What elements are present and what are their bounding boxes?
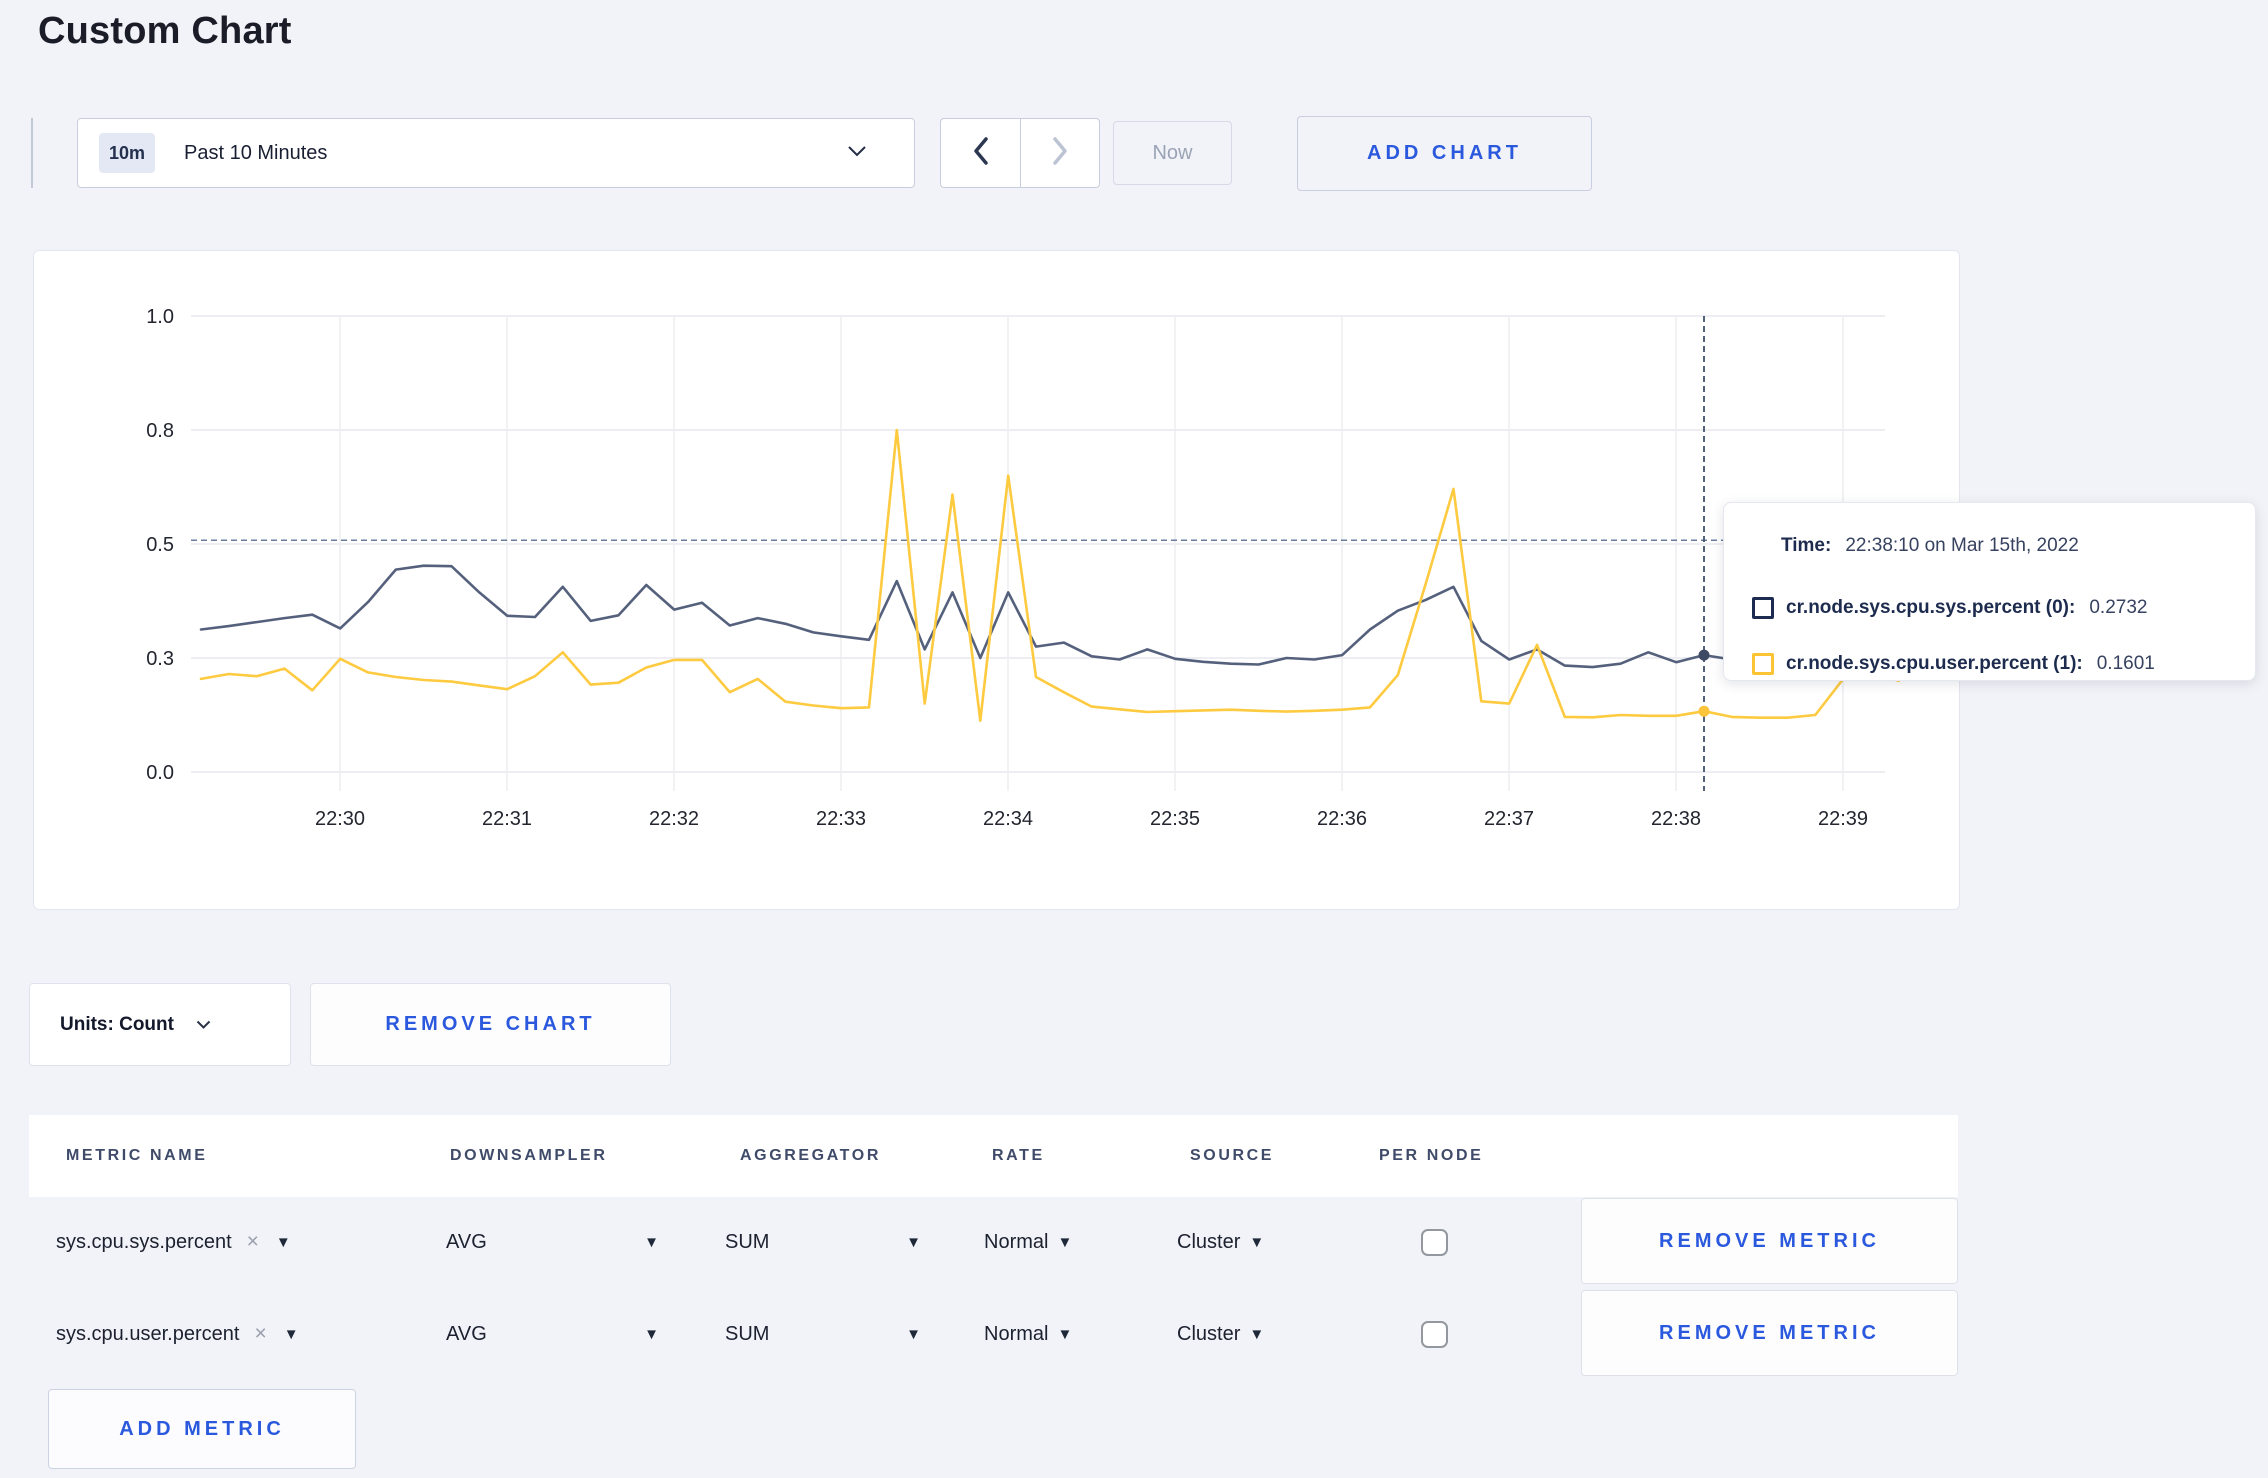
per-node-checkbox[interactable] <box>1421 1228 1448 1256</box>
time-range-dropdown[interactable]: 10m Past 10 Minutes <box>77 118 915 188</box>
add-metric-button[interactable]: ADD METRIC <box>48 1389 356 1469</box>
timeseries-chart[interactable]: 0.0 0.3 0.5 0.8 1.0 22:30 22:31 22:32 22:33 22:34… <box>34 251 1959 909</box>
dropdown-arrow-icon: ▼ <box>644 1325 659 1343</box>
y-axis-tick-label: 0.3 <box>146 648 174 670</box>
dropdown-arrow-icon: ▼ <box>283 1325 299 1343</box>
remove-metric-button[interactable]: REMOVE METRIC <box>1581 1290 1958 1376</box>
col-header-source: SOURCE <box>1190 1147 1275 1164</box>
y-axis-tick-label: 0.5 <box>146 534 174 556</box>
time-range-badge: 10m <box>99 133 155 173</box>
metric-name-dropdown[interactable]: sys.cpu.user.percent × ▼ <box>56 1290 299 1378</box>
per-node-cell <box>1421 1290 1448 1378</box>
x-axis-tick-label: 22:33 <box>816 808 866 830</box>
series-swatch-sys-icon <box>1752 597 1774 619</box>
downsampler-value: AVG <box>446 1230 487 1253</box>
x-axis-tick-label: 22:30 <box>315 808 365 830</box>
remove-chart-button[interactable]: REMOVE CHART <box>310 983 671 1066</box>
aggregator-value: SUM <box>725 1230 770 1253</box>
time-back-button[interactable] <box>940 118 1020 188</box>
metric-name-dropdown[interactable]: sys.cpu.sys.percent × ▼ <box>56 1198 291 1286</box>
dropdown-arrow-icon: ▼ <box>1057 1233 1073 1251</box>
aggregator-dropdown[interactable]: SUM ▼ <box>725 1290 921 1378</box>
dropdown-arrow-icon: ▼ <box>906 1233 921 1251</box>
x-axis-tick-label: 22:39 <box>1818 808 1868 830</box>
per-node-cell <box>1421 1198 1448 1286</box>
x-axis-tick-label: 22:35 <box>1150 808 1200 830</box>
rate-value: Normal <box>984 1322 1049 1345</box>
hover-dot <box>1698 705 1710 717</box>
aggregator-dropdown[interactable]: SUM ▼ <box>725 1198 921 1286</box>
metric-name-value: sys.cpu.user.percent <box>56 1322 240 1345</box>
source-value: Cluster <box>1177 1322 1241 1345</box>
series-line <box>199 564 1901 669</box>
clear-metric-icon[interactable]: × <box>254 1322 266 1346</box>
now-button[interactable]: Now <box>1113 121 1232 185</box>
time-forward-button[interactable] <box>1020 118 1100 188</box>
col-header-downsampler: DOWNSAMPLER <box>450 1147 608 1164</box>
dropdown-arrow-icon: ▼ <box>1249 1325 1265 1343</box>
dropdown-arrow-icon: ▼ <box>644 1233 659 1251</box>
chevron-down-icon <box>847 144 867 162</box>
x-axis-tick-label: 22:32 <box>649 808 699 830</box>
metric-name-value: sys.cpu.sys.percent <box>56 1230 232 1253</box>
col-header-per-node: PER NODE <box>1379 1147 1484 1164</box>
chart-tooltip: Time: 22:38:10 on Mar 15th, 2022 cr.node… <box>1723 502 2256 681</box>
tooltip-time-row: Time: 22:38:10 on Mar 15th, 2022 <box>1752 533 2255 559</box>
chevron-right-icon <box>1052 136 1068 170</box>
metrics-table-header: METRIC NAME DOWNSAMPLER AGGREGATOR RATE … <box>29 1115 1958 1197</box>
units-dropdown[interactable]: Units: Count <box>29 983 291 1066</box>
tooltip-series-value: 0.1601 <box>2096 653 2155 674</box>
source-dropdown[interactable]: Cluster ▼ <box>1177 1198 1264 1286</box>
units-label: Units: Count <box>60 1013 174 1035</box>
tooltip-series-row: cr.node.sys.cpu.user.percent (1): 0.1601 <box>1752 651 2255 677</box>
hover-dot <box>1698 649 1710 661</box>
y-axis-tick-label: 0.0 <box>146 762 174 784</box>
tooltip-time-label: Time: <box>1781 535 1832 556</box>
series-line <box>199 428 1901 723</box>
chevron-left-icon <box>973 136 989 170</box>
downsampler-dropdown[interactable]: AVG ▼ <box>446 1198 659 1286</box>
y-axis-tick-label: 1.0 <box>146 306 174 328</box>
downsampler-dropdown[interactable]: AVG ▼ <box>446 1290 659 1378</box>
clear-metric-icon[interactable]: × <box>247 1230 259 1254</box>
dropdown-arrow-icon: ▼ <box>906 1325 921 1343</box>
time-range-label: Past 10 Minutes <box>184 141 328 164</box>
source-value: Cluster <box>1177 1230 1241 1253</box>
tooltip-series-row: cr.node.sys.cpu.sys.percent (0): 0.2732 <box>1752 595 2255 621</box>
per-node-checkbox[interactable] <box>1421 1320 1448 1348</box>
aggregator-value: SUM <box>725 1322 770 1345</box>
chart-card: 0.0 0.3 0.5 0.8 1.0 22:30 22:31 22:32 22:33 22:34… <box>33 250 1960 910</box>
series-swatch-user-icon <box>1752 653 1774 675</box>
col-header-aggregator: AGGREGATOR <box>740 1147 881 1164</box>
chevron-down-icon <box>196 1016 211 1034</box>
dropdown-arrow-icon: ▼ <box>275 1233 291 1251</box>
x-axis-tick-label: 22:38 <box>1651 808 1701 830</box>
rate-value: Normal <box>984 1230 1049 1253</box>
dropdown-arrow-icon: ▼ <box>1249 1233 1265 1251</box>
x-axis-tick-label: 22:31 <box>482 808 532 830</box>
dropdown-arrow-icon: ▼ <box>1057 1325 1073 1343</box>
x-axis-tick-label: 22:34 <box>983 808 1033 830</box>
tooltip-series-label: cr.node.sys.cpu.sys.percent (0): <box>1786 597 2076 618</box>
source-dropdown[interactable]: Cluster ▼ <box>1177 1290 1264 1378</box>
x-axis-tick-label: 22:37 <box>1484 808 1534 830</box>
col-header-metric-name: METRIC NAME <box>66 1147 208 1164</box>
table-row: sys.cpu.user.percent × ▼ AVG ▼ SUM ▼ Nor… <box>29 1290 1958 1378</box>
rate-dropdown[interactable]: Normal ▼ <box>984 1198 1072 1286</box>
time-nav-group <box>940 118 1100 188</box>
tooltip-series-value: 0.2732 <box>2089 597 2148 618</box>
downsampler-value: AVG <box>446 1322 487 1345</box>
tooltip-series-label: cr.node.sys.cpu.user.percent (1): <box>1786 653 2083 674</box>
y-axis-tick-label: 0.8 <box>146 420 174 442</box>
remove-metric-button[interactable]: REMOVE METRIC <box>1581 1198 1958 1284</box>
metrics-table: METRIC NAME DOWNSAMPLER AGGREGATOR RATE … <box>29 1115 1958 1478</box>
page-title: Custom Chart <box>38 10 292 52</box>
col-header-rate: RATE <box>992 1147 1045 1164</box>
table-row: sys.cpu.sys.percent × ▼ AVG ▼ SUM ▼ Norm… <box>29 1198 1958 1286</box>
toolbar-accent-line <box>31 118 33 188</box>
add-chart-button[interactable]: ADD CHART <box>1297 116 1592 191</box>
rate-dropdown[interactable]: Normal ▼ <box>984 1290 1072 1378</box>
tooltip-time-value: 22:38:10 on Mar 15th, 2022 <box>1845 535 2079 556</box>
x-axis-tick-label: 22:36 <box>1317 808 1367 830</box>
